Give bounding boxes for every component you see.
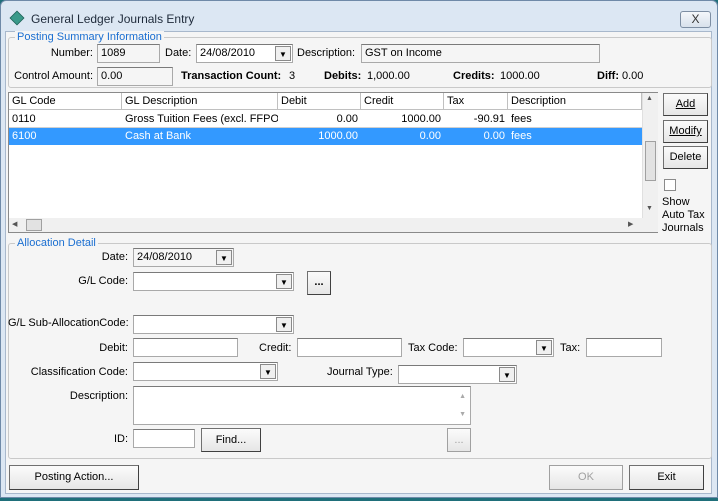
chevron-down-icon[interactable]: ▼ bbox=[276, 317, 292, 332]
window-title: General Ledger Journals Entry bbox=[31, 12, 195, 26]
cell-credit: 0.00 bbox=[419, 130, 441, 142]
alloc-description-label: Description: bbox=[69, 390, 128, 402]
gl-code-label: G/L Code: bbox=[78, 275, 128, 287]
chevron-down-icon[interactable]: ▼ bbox=[536, 340, 552, 355]
ok-button[interactable]: OK bbox=[549, 465, 623, 490]
exit-button[interactable]: Exit bbox=[629, 465, 704, 490]
cell-description: fees bbox=[511, 130, 532, 142]
transaction-count-label: Transaction Count: bbox=[181, 70, 282, 82]
scroll-down-icon[interactable]: ▼ bbox=[459, 407, 466, 422]
id-label: ID: bbox=[113, 433, 128, 445]
table-row-selected[interactable]: 6100 Cash at Bank 1000.00 0.00 0.00 fees bbox=[9, 128, 642, 145]
chevron-down-icon[interactable]: ▼ bbox=[216, 250, 232, 265]
tax-code-combo[interactable]: ▼ bbox=[463, 338, 554, 357]
alloc-date-combo[interactable]: 24/08/2010 ▼ bbox=[133, 248, 234, 267]
diff-value: 0.00 bbox=[622, 70, 644, 82]
alloc-date-value: 24/08/2010 bbox=[137, 251, 193, 263]
cell-gl-code: 6100 bbox=[12, 130, 37, 142]
alloc-description-textarea[interactable]: ▲ ▼ bbox=[133, 386, 471, 425]
classification-label: Classification Code: bbox=[30, 366, 128, 378]
posting-action-button[interactable]: Posting Action... bbox=[9, 465, 139, 490]
journal-type-combo[interactable]: ▼ bbox=[398, 365, 517, 384]
gl-code-browse-button[interactable]: ... bbox=[307, 271, 331, 295]
description-label: Description: bbox=[297, 47, 356, 59]
app-icon bbox=[9, 10, 25, 26]
chevron-down-icon[interactable]: ▼ bbox=[275, 46, 291, 61]
chevron-down-icon[interactable]: ▼ bbox=[499, 367, 515, 382]
debits-label: Debits: bbox=[324, 70, 362, 82]
allocation-detail-label: Allocation Detail bbox=[15, 237, 98, 249]
cell-gl-description: Gross Tuition Fees (excl. FFPOS bbox=[125, 113, 278, 125]
posting-summary-label: Posting Summary Information bbox=[15, 31, 164, 43]
column-header-tax[interactable]: Tax bbox=[444, 93, 508, 110]
add-label: Add bbox=[675, 98, 696, 110]
delete-label: Delete bbox=[669, 151, 702, 163]
chevron-down-icon[interactable]: ▼ bbox=[260, 364, 276, 379]
classification-combo[interactable]: ▼ bbox=[133, 362, 278, 381]
transaction-count-value: 3 bbox=[289, 70, 296, 82]
cell-tax: -90.91 bbox=[473, 113, 505, 125]
show-auto-tax-label: Show Auto Tax Journals bbox=[662, 196, 705, 234]
scroll-down-icon[interactable]: ▼ bbox=[646, 205, 653, 212]
cell-debit: 0.00 bbox=[336, 113, 358, 125]
description-field[interactable]: GST on Income bbox=[361, 44, 600, 63]
column-header-gl-code[interactable]: GL Code bbox=[9, 93, 122, 110]
scroll-up-icon[interactable]: ▲ bbox=[646, 95, 653, 102]
scroll-thumb-horizontal[interactable] bbox=[26, 219, 42, 231]
sub-alloc-label: G/L Sub-AllocationCode: bbox=[8, 317, 129, 329]
sub-alloc-combo[interactable]: ▼ bbox=[133, 315, 294, 334]
scroll-right-icon[interactable]: ▶ bbox=[628, 220, 633, 228]
debit-label: Debit: bbox=[99, 342, 128, 354]
delete-button[interactable]: Delete bbox=[663, 146, 708, 169]
cell-debit: 1000.00 bbox=[318, 130, 358, 142]
journal-type-label: Journal Type: bbox=[327, 366, 393, 378]
tax-code-label: Tax Code: bbox=[408, 342, 458, 354]
modify-label: Modify bbox=[669, 125, 702, 137]
id-field[interactable] bbox=[133, 429, 195, 448]
column-header-debit[interactable]: Debit bbox=[278, 93, 361, 110]
date-label: Date: bbox=[165, 47, 192, 59]
control-amount-label: Control Amount: bbox=[14, 70, 93, 82]
cell-tax: 0.00 bbox=[483, 130, 505, 142]
debits-value: 1,000.00 bbox=[367, 70, 410, 82]
column-header-description[interactable]: Description bbox=[508, 93, 642, 110]
horizontal-scrollbar[interactable]: ◀ ▶ bbox=[9, 218, 658, 232]
credits-value: 1000.00 bbox=[500, 70, 540, 82]
tax-field[interactable] bbox=[586, 338, 662, 357]
table-row[interactable]: 0110 Gross Tuition Fees (excl. FFPOS 0.0… bbox=[9, 111, 642, 128]
cell-gl-description: Cash at Bank bbox=[125, 130, 192, 142]
scroll-up-icon[interactable]: ▲ bbox=[459, 389, 466, 404]
cell-description: fees bbox=[511, 113, 532, 125]
vertical-scrollbar[interactable]: ▲ ▼ bbox=[642, 93, 658, 218]
number-field[interactable]: 1089 bbox=[97, 44, 160, 63]
credits-label: Credits: bbox=[453, 70, 495, 82]
number-label: Number: bbox=[50, 47, 93, 59]
modify-button[interactable]: Modify bbox=[663, 120, 708, 143]
close-button[interactable]: X bbox=[680, 11, 711, 28]
scroll-thumb[interactable] bbox=[645, 141, 656, 181]
description-browse-button[interactable]: ... bbox=[447, 428, 471, 452]
add-button[interactable]: Add bbox=[663, 93, 708, 116]
date-combo[interactable]: 24/08/2010 ▼ bbox=[196, 44, 293, 63]
diff-label: Diff: bbox=[597, 70, 619, 82]
date-value: 24/08/2010 bbox=[200, 47, 256, 59]
find-button[interactable]: Find... bbox=[201, 428, 261, 452]
cell-credit: 1000.00 bbox=[401, 113, 441, 125]
credit-field[interactable] bbox=[297, 338, 402, 357]
tax-label: Tax: bbox=[560, 342, 581, 354]
control-amount-field[interactable]: 0.00 bbox=[97, 67, 173, 86]
chevron-down-icon[interactable]: ▼ bbox=[276, 274, 292, 289]
show-auto-tax-checkbox[interactable] bbox=[664, 179, 676, 191]
column-header-gl-description[interactable]: GL Description bbox=[122, 93, 278, 110]
credit-label: Credit: bbox=[259, 342, 292, 354]
column-header-credit[interactable]: Credit bbox=[361, 93, 444, 110]
gl-code-combo[interactable]: ▼ bbox=[133, 272, 294, 291]
cell-gl-code: 0110 bbox=[12, 113, 36, 125]
debit-field[interactable] bbox=[133, 338, 238, 357]
scroll-left-icon[interactable]: ◀ bbox=[12, 220, 17, 228]
journal-grid[interactable]: GL Code GL Description Debit Credit Tax … bbox=[8, 92, 658, 233]
alloc-date-label: Date: bbox=[101, 251, 128, 263]
